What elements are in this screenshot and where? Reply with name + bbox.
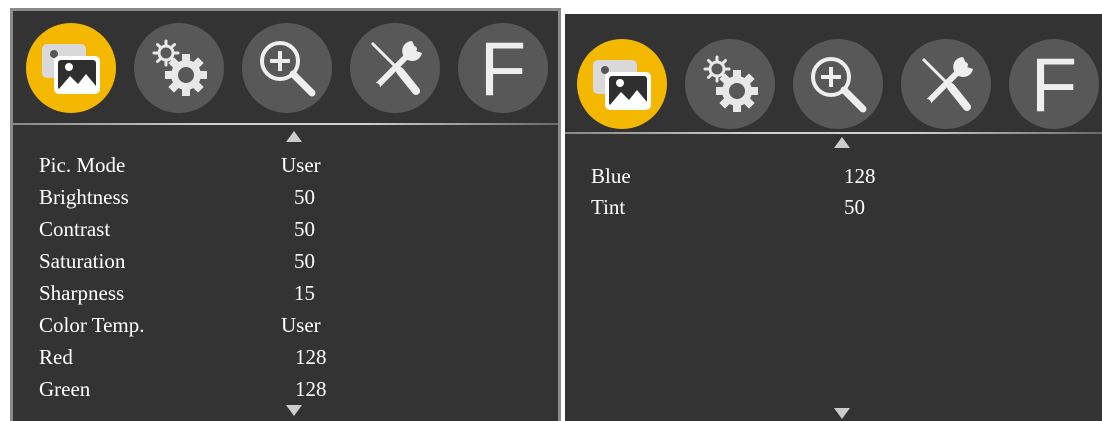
menu-row-saturation[interactable]: Saturation 50 <box>39 245 539 277</box>
function-f-icon: F <box>479 27 527 112</box>
menu-tab-bar: F <box>13 11 558 123</box>
function-f-icon: F <box>1030 43 1078 128</box>
scroll-up-arrow-icon[interactable] <box>286 131 302 142</box>
separator-line <box>565 132 1102 134</box>
zoom-in-icon <box>811 57 867 113</box>
gears-icon <box>152 39 207 96</box>
picture-icon <box>42 44 100 94</box>
row-label: Contrast <box>39 217 111 241</box>
tab-function[interactable]: F <box>458 23 548 113</box>
row-value: 128 <box>295 345 327 369</box>
zoom-in-icon <box>260 41 316 97</box>
tab-settings[interactable] <box>685 39 775 129</box>
row-label: Saturation <box>39 249 126 273</box>
row-value: 50 <box>294 217 315 241</box>
osd-panel-right: F Blue 128 Tint 50 <box>565 14 1102 421</box>
menu-row-contrast[interactable]: Contrast 50 <box>39 213 539 245</box>
row-label: Red <box>39 345 73 369</box>
row-value: User <box>281 153 321 177</box>
tab-settings[interactable] <box>134 23 224 113</box>
menu-tab-bar: F <box>565 14 1102 129</box>
picture-icon <box>593 60 651 110</box>
row-value: 50 <box>294 185 315 209</box>
menu-row-green[interactable]: Green 128 <box>39 373 539 405</box>
row-value: User <box>281 313 321 337</box>
row-value: 128 <box>295 377 327 401</box>
row-label: Brightness <box>39 185 129 209</box>
menu-row-brightness[interactable]: Brightness 50 <box>39 181 539 213</box>
row-value: 128 <box>844 164 876 188</box>
row-label: Pic. Mode <box>39 153 126 177</box>
menu-row-tint[interactable]: Tint 50 <box>591 191 1071 223</box>
tab-function[interactable]: F <box>1009 39 1099 129</box>
tab-picture[interactable] <box>26 23 116 113</box>
row-label: Tint <box>591 195 626 219</box>
row-label: Color Temp. <box>39 313 145 337</box>
row-value: 50 <box>294 249 315 273</box>
row-label: Green <box>39 377 91 401</box>
row-value: 15 <box>294 281 315 305</box>
tools-icon <box>370 41 422 95</box>
tab-zoom[interactable] <box>242 23 332 113</box>
scroll-up-arrow-icon[interactable] <box>834 137 850 148</box>
menu-row-sharpness[interactable]: Sharpness 15 <box>39 277 539 309</box>
separator-line <box>13 123 558 125</box>
menu-row-color-temp[interactable]: Color Temp. User <box>39 309 539 341</box>
osd-panel-left: F Pic. Mode User Brightness 50 Contrast … <box>10 8 561 421</box>
menu-row-pic-mode[interactable]: Pic. Mode User <box>39 149 539 181</box>
gears-icon <box>703 55 758 112</box>
scroll-down-arrow-icon[interactable] <box>834 408 850 419</box>
tab-zoom[interactable] <box>793 39 883 129</box>
tab-tools[interactable] <box>901 39 991 129</box>
row-label: Sharpness <box>39 281 125 305</box>
menu-row-blue[interactable]: Blue 128 <box>591 160 1071 192</box>
menu-row-red[interactable]: Red 128 <box>39 341 539 373</box>
tools-icon <box>921 57 973 111</box>
tab-tools[interactable] <box>350 23 440 113</box>
row-label: Blue <box>591 164 631 188</box>
scroll-down-arrow-icon[interactable] <box>286 405 302 416</box>
tab-picture[interactable] <box>577 39 667 129</box>
row-value: 50 <box>844 195 865 219</box>
